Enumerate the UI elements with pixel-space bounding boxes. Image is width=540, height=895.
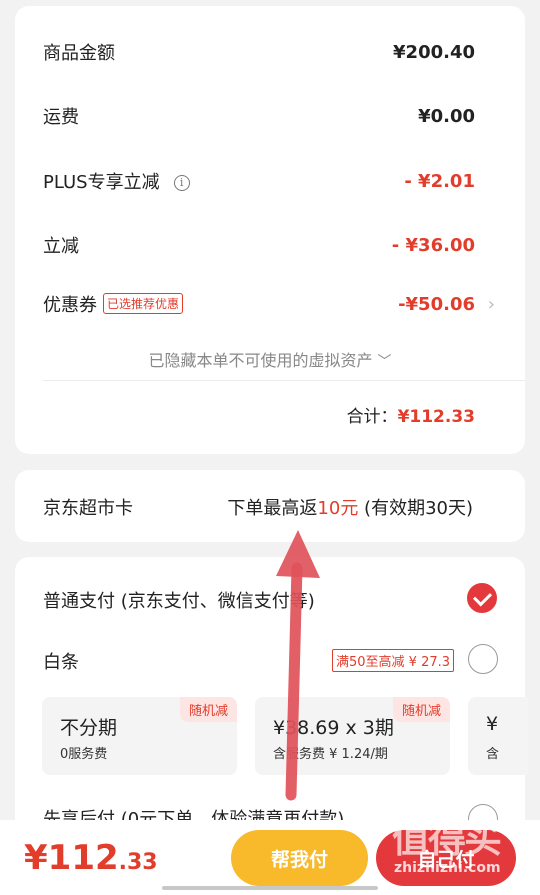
baitiao-label[interactable]: 白条	[43, 648, 79, 674]
goods-amount-value: ¥200.40	[393, 41, 475, 63]
hidden-assets-toggle[interactable]: 已隐藏本单不可使用的虚拟资产 ﹀	[15, 347, 525, 371]
supermarket-card-promo[interactable]: 京东超市卡 下单最高返10元 (有效期30天)	[15, 470, 525, 542]
payable-amount: ¥112.33	[24, 838, 158, 878]
supermarket-card-text: 下单最高返10元 (有效期30天)	[227, 498, 473, 519]
coupon-label: 优惠券	[43, 295, 97, 316]
shipping-row: 运费 ¥0.00	[15, 96, 525, 136]
watermark-site: zhizhizhi.com	[394, 860, 501, 876]
divider	[43, 380, 525, 381]
random-discount-badge: 随机减	[392, 697, 450, 722]
plus-discount-value: - ¥2.01	[404, 170, 475, 192]
plus-discount-row: PLUS专享立减 i - ¥2.01	[15, 161, 525, 201]
shipping-label: 运费	[43, 107, 79, 128]
chevron-down-icon: ﹀	[377, 354, 392, 370]
installment-option-3[interactable]: 随机减 ¥38.69 x 3期 含服务费 ¥ 1.24/期	[255, 697, 450, 775]
info-icon[interactable]: i	[173, 175, 190, 191]
plan-title: ¥	[486, 713, 499, 735]
watermark-logo: 值得买 zhizhizhi.com	[392, 808, 532, 888]
chevron-right-icon[interactable]: ›	[488, 294, 495, 315]
coupon-recommended-tag: 已选推荐优惠	[103, 293, 184, 314]
installment-option-more[interactable]: ¥ 含	[468, 697, 528, 775]
supermarket-card-label: 京东超市卡	[43, 498, 133, 519]
instant-discount-label: 立减	[43, 236, 79, 257]
home-indicator	[162, 886, 378, 890]
plan-title: ¥38.69 x 3期	[273, 717, 394, 739]
payable-amount-decimal: .33	[118, 850, 158, 875]
goods-amount-label: 商品金额	[43, 43, 115, 64]
goods-amount-row: 商品金额 ¥200.40	[15, 32, 525, 72]
installment-option-none[interactable]: 随机减 不分期 0服务费	[42, 697, 237, 775]
plan-title: 不分期	[60, 717, 118, 739]
plus-discount-label: PLUS专享立减	[43, 172, 160, 193]
random-discount-badge: 随机减	[179, 697, 237, 722]
coupon-value: -¥50.06	[398, 293, 475, 315]
plan-fee: 含服务费 ¥ 1.24/期	[273, 747, 388, 762]
total-label: 合计：	[346, 407, 398, 427]
order-total: 合计：¥112.33	[347, 402, 475, 427]
plan-fee: 含	[486, 747, 500, 762]
total-value: ¥112.33	[397, 407, 475, 427]
plan-fee: 0服务费	[60, 747, 108, 762]
normal-pay-radio[interactable]	[467, 583, 497, 613]
shipping-value: ¥0.00	[418, 105, 475, 127]
normal-pay-label[interactable]: 普通支付 (京东支付、微信支付等)	[43, 587, 315, 613]
baitiao-radio[interactable]	[468, 644, 498, 674]
instant-discount-value: - ¥36.00	[391, 234, 475, 256]
baitiao-promo-tag: 满50至高减 ¥ 27.3	[332, 649, 455, 672]
instant-discount-row: 立减 - ¥36.00	[15, 225, 525, 265]
order-summary-card: 商品金额 ¥200.40 运费 ¥0.00 PLUS专享立减 i - ¥2.01 …	[15, 6, 525, 454]
coupon-row[interactable]: 优惠券 已选推荐优惠 -¥50.06 ›	[15, 284, 525, 324]
watermark-chinese: 值得买	[392, 817, 502, 861]
friend-pay-button[interactable]: 帮我付	[231, 830, 368, 886]
payable-amount-main: ¥112	[24, 838, 119, 878]
